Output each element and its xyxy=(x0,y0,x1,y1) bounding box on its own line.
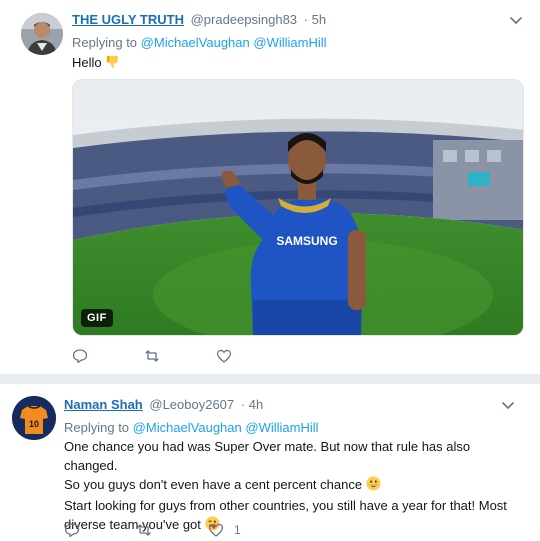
chevron-down-icon[interactable] xyxy=(508,12,524,28)
tweet-actions xyxy=(72,348,232,364)
gif-badge: GIF xyxy=(81,309,113,327)
tweet-text-line: Start looking for guys from other countr… xyxy=(64,498,507,513)
tweet[interactable]: THE UGLY TRUTH @pradeepsingh83 · 5h Repl… xyxy=(0,0,540,374)
replying-to: Replying to @MichaelVaughan @WilliamHill xyxy=(64,420,319,435)
tweet-text-line: So you guys don't even have a cent perce… xyxy=(64,475,514,496)
reply-icon xyxy=(64,523,80,538)
retweet-button[interactable] xyxy=(136,522,152,538)
retweet-button[interactable] xyxy=(144,348,160,364)
reply-icon xyxy=(72,349,88,364)
retweet-icon xyxy=(145,350,159,362)
like-button[interactable] xyxy=(216,348,232,364)
reply-button[interactable] xyxy=(72,348,88,364)
tweet-timestamp[interactable]: · 5h xyxy=(304,12,326,27)
tweet-text-content: So you guys don't even have a cent perce… xyxy=(64,477,363,492)
mention-link[interactable]: @MichaelVaughan xyxy=(133,420,242,435)
mention-link[interactable]: @WilliamHill xyxy=(253,35,326,50)
replying-label: Replying to xyxy=(64,420,130,435)
avatar[interactable] xyxy=(21,13,63,55)
author-name[interactable]: THE UGLY TRUTH xyxy=(72,12,184,27)
mention-link[interactable]: @WilliamHill xyxy=(245,420,318,435)
author-handle[interactable]: @Leoboy2607 xyxy=(149,397,234,412)
retweet-icon xyxy=(137,524,151,536)
tweet-text-line: One chance you had was Super Over mate. … xyxy=(64,439,471,473)
jersey-text: SAMSUNG xyxy=(276,234,337,248)
mention-link[interactable]: @MichaelVaughan xyxy=(141,35,250,50)
tweet-text-content: Hello xyxy=(72,55,102,70)
chevron-down-icon[interactable] xyxy=(500,397,516,413)
tweet-actions: 1 xyxy=(64,522,241,538)
author-handle[interactable]: @pradeepsingh83 xyxy=(191,12,297,27)
replying-to: Replying to @MichaelVaughan @WilliamHill xyxy=(72,35,327,50)
like-count: 1 xyxy=(234,523,241,537)
gif-media[interactable]: SAMSUNG GIF xyxy=(72,79,524,336)
svg-text:10: 10 xyxy=(29,419,39,429)
tweet[interactable]: 10 Naman Shah @Leoboy2607 · 4h Replying … xyxy=(0,384,540,541)
avatar[interactable]: 10 xyxy=(12,396,56,440)
tweet-text: Hello xyxy=(72,53,120,74)
author-name[interactable]: Naman Shah xyxy=(64,397,143,412)
like-icon xyxy=(208,523,224,537)
replying-label: Replying to xyxy=(72,35,138,50)
like-button[interactable]: 1 xyxy=(208,522,241,538)
tweet-divider xyxy=(0,374,540,384)
reply-button[interactable] xyxy=(64,522,80,538)
thumbs-down-emoji xyxy=(105,54,120,74)
like-icon xyxy=(216,349,232,363)
tweet-header: Naman Shah @Leoboy2607 · 4h xyxy=(64,397,263,412)
tweet-timestamp[interactable]: · 4h xyxy=(241,397,263,412)
tweet-header: THE UGLY TRUTH @pradeepsingh83 · 5h xyxy=(72,12,326,27)
grin-emoji xyxy=(366,476,381,496)
